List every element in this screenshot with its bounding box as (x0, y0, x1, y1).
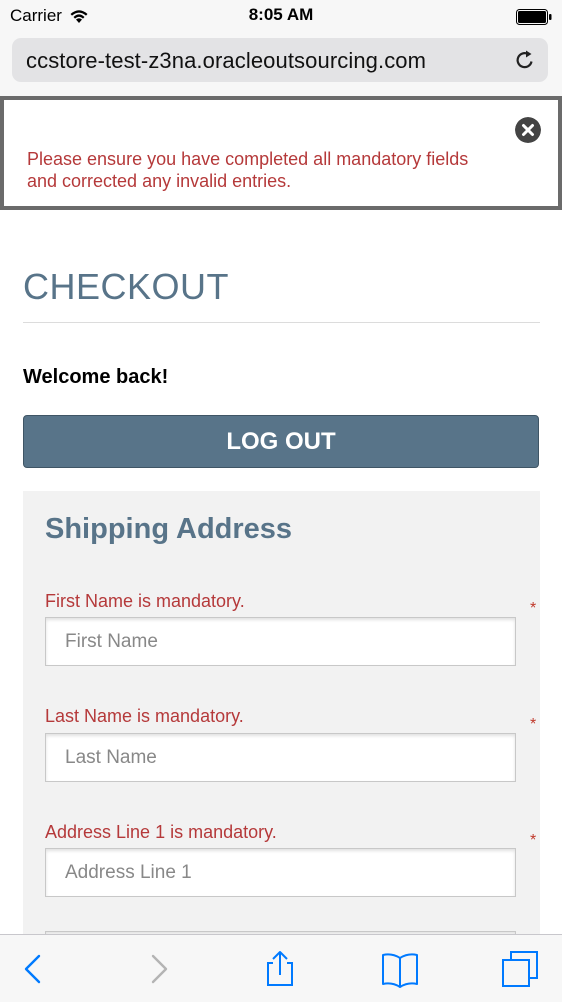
screen: Carrier 8:05 AM ccstore-test-z3na.oracle… (0, 0, 562, 1002)
error-banner: Please ensure you have completed all man… (0, 96, 562, 210)
reload-icon[interactable] (514, 49, 536, 71)
address-line-1-required-mark: * (530, 832, 537, 849)
page-title: CHECKOUT (23, 266, 230, 307)
status-bar: Carrier 8:05 AM (0, 0, 562, 34)
browser-toolbar (0, 934, 562, 1002)
url-text[interactable]: ccstore-test-z3na.oracleoutsourcing.com (26, 48, 426, 74)
logout-button[interactable]: LOG OUT (23, 415, 539, 468)
back-icon[interactable] (13, 949, 53, 989)
clock: 8:05 AM (248, 5, 314, 24)
last-name-input[interactable]: Last Name (45, 733, 516, 782)
shipping-address-title: Shipping Address (45, 513, 293, 545)
shipping-address-panel: Shipping Address First Name is mandatory… (23, 491, 540, 1002)
forward-icon[interactable] (139, 949, 179, 989)
tabs-icon[interactable] (500, 949, 540, 989)
close-icon[interactable] (515, 117, 541, 143)
last-name-required-mark: * (530, 716, 537, 733)
address-line-1-error: Address Line 1 is mandatory. (45, 822, 277, 842)
welcome-text: Welcome back! (23, 366, 169, 388)
title-divider (23, 322, 540, 323)
first-name-input[interactable]: First Name (45, 617, 516, 666)
last-name-error: Last Name is mandatory. (45, 706, 244, 726)
first-name-error: First Name is mandatory. (45, 591, 245, 611)
address-line-1-input[interactable]: Address Line 1 (45, 848, 516, 897)
bookmarks-icon[interactable] (380, 949, 420, 989)
battery-icon (516, 9, 552, 25)
error-message: Please ensure you have completed all man… (27, 149, 469, 191)
first-name-required-mark: * (530, 600, 537, 617)
address-bar[interactable]: ccstore-test-z3na.oracleoutsourcing.com (12, 38, 548, 82)
browser-address-area: ccstore-test-z3na.oracleoutsourcing.com (0, 34, 562, 96)
share-icon[interactable] (260, 949, 300, 989)
